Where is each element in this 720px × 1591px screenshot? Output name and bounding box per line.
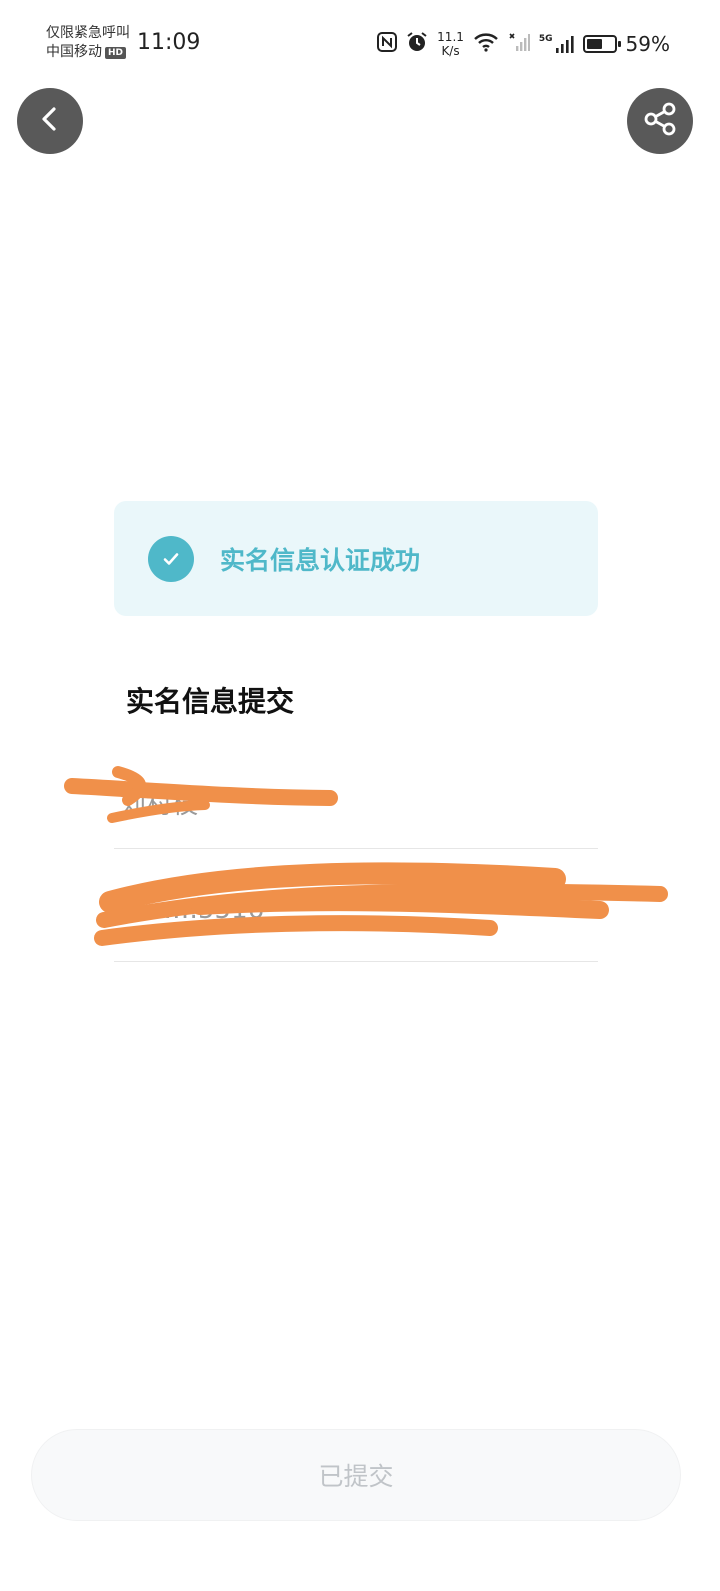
hd-badge: HD: [105, 47, 127, 59]
name-value: 刘村枝: [120, 790, 199, 820]
net-speed: 11.1 K/s: [437, 30, 464, 58]
net-speed-unit: K/s: [441, 44, 460, 58]
battery-percent: 59%: [625, 32, 670, 56]
status-icons: 11.1 K/s 5G 59%: [377, 28, 670, 60]
verification-success-banner: 实名信息认证成功: [114, 501, 598, 616]
chevron-left-icon: [35, 104, 65, 138]
battery-icon: [582, 35, 621, 53]
net-speed-value: 11.1: [437, 30, 464, 44]
emergency-text: 仅限紧急呼叫: [46, 25, 130, 41]
submitted-button[interactable]: 已提交: [31, 1429, 681, 1521]
success-message: 实名信息认证成功: [220, 545, 421, 575]
id-number-field: ………5516: [114, 849, 598, 962]
status-bar: 仅限紧急呼叫 中国移动 HD 11:09 11.1 K/s 5G 59%: [0, 0, 720, 80]
signal-icon-sim2: 5G: [539, 34, 574, 54]
carrier-info: 仅限紧急呼叫 中国移动 HD: [46, 24, 130, 62]
id-number-value: ………5516: [120, 895, 265, 925]
back-button[interactable]: [17, 88, 83, 154]
section-title: 实名信息提交: [126, 685, 295, 718]
share-icon: [642, 101, 678, 141]
nfc-icon: [377, 32, 398, 56]
alarm-icon: [406, 31, 428, 57]
signal-type-label: 5G: [538, 34, 553, 44]
clock: 11:09: [137, 30, 201, 55]
wifi-icon: [473, 32, 499, 56]
share-button[interactable]: [627, 88, 693, 154]
name-field: 刘村枝: [114, 760, 598, 849]
carrier-name: 中国移动: [46, 44, 102, 60]
signal-icon-sim1: [508, 32, 530, 56]
check-circle-icon: [148, 535, 194, 582]
